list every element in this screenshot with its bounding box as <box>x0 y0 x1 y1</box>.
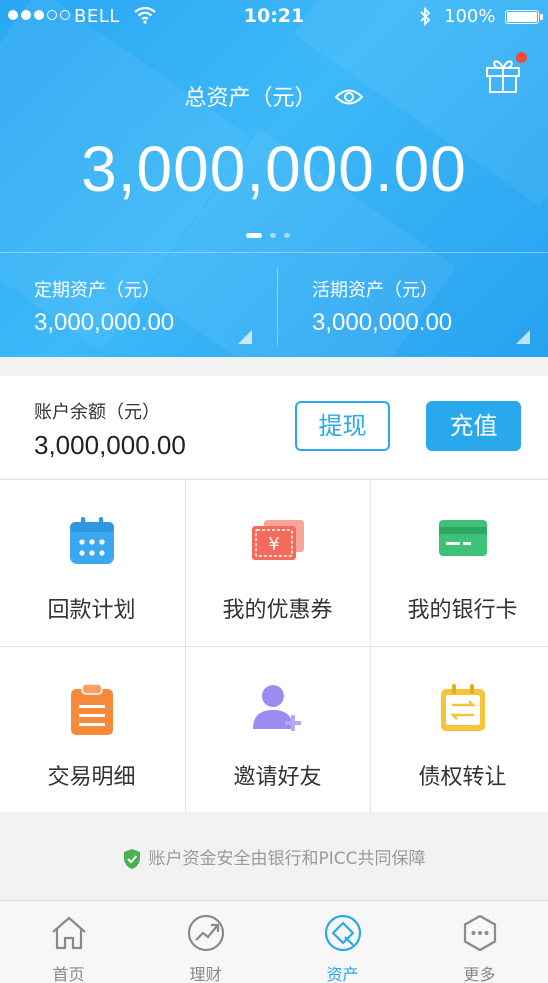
security-notice: 账户资金安全由银行和PICC共同保障 <box>0 812 548 900</box>
battery-percentage: 100% <box>444 6 496 27</box>
grid-item-label: 我的银行卡 <box>407 598 518 623</box>
invite-friends-item[interactable]: 邀请好友 <box>186 647 369 812</box>
status-bar: BELL 10:21 100% <box>0 0 548 38</box>
current-assets-label: 活期资产（元） <box>312 280 438 301</box>
current-assets-card[interactable]: 活期资产（元） 3,000,000.00 <box>278 253 548 357</box>
clipboard-icon <box>70 683 113 735</box>
add-user-icon <box>252 685 301 731</box>
tab-label: 资产 <box>326 965 359 983</box>
fixed-assets-value: 3,000,000.00 <box>34 309 175 336</box>
total-assets-label: 总资产（元） <box>184 86 317 111</box>
grid-item-label: 我的优惠券 <box>222 598 333 623</box>
shield-check-icon <box>124 849 141 869</box>
recharge-button[interactable]: 充值 <box>426 401 521 451</box>
total-assets-value: 3,000,000.00 <box>81 133 467 205</box>
grid-item-label: 交易明细 <box>47 765 136 790</box>
repayment-plan-item[interactable]: 回款计划 <box>0 480 183 645</box>
withdraw-button[interactable]: 提现 <box>295 401 390 451</box>
eye-icon[interactable] <box>334 87 364 112</box>
tab-label: 更多 <box>463 965 496 983</box>
home-icon <box>51 916 86 950</box>
grid-item-label: 邀请好友 <box>233 765 322 790</box>
total-assets-heading: 总资产（元） <box>0 80 548 112</box>
security-notice-text: 账户资金安全由银行和PICC共同保障 <box>148 849 426 869</box>
tab-assets[interactable]: 资产 <box>274 901 411 983</box>
account-balance-section: 账户余额（元） 3,000,000.00 提现 充值 <box>0 376 548 478</box>
balance-label: 账户余额（元） <box>34 402 160 423</box>
assets-icon <box>324 914 361 952</box>
asset-summary-banner[interactable]: BELL 10:21 100% 总资产（元） 3,000,000.00 定期资产… <box>0 0 548 357</box>
tab-label: 首页 <box>52 965 85 983</box>
notification-badge <box>516 52 527 63</box>
battery-icon <box>505 10 543 24</box>
grid-item-label: 债权转让 <box>418 765 507 790</box>
grid-item-label: 回款计划 <box>47 598 136 623</box>
assets-page: BELL 10:21 100% 总资产（元） 3,000,000.00 定期资产… <box>0 0 548 983</box>
bluetooth-icon <box>418 6 432 32</box>
tab-invest[interactable]: 理财 <box>137 901 274 983</box>
current-assets-value: 3,000,000.00 <box>312 309 453 336</box>
coupon-icon: ¥ <box>251 520 304 560</box>
fixed-assets-card[interactable]: 定期资产（元） 3,000,000.00 <box>0 253 274 357</box>
more-icon <box>463 914 496 952</box>
asset-breakdown: 定期资产（元） 3,000,000.00 活期资产（元） 3,000,000.0… <box>0 252 548 357</box>
corner-triangle-icon <box>238 330 252 344</box>
bottom-tab-bar: 首页 理财 资产 更多 <box>0 900 548 983</box>
balance-value: 3,000,000.00 <box>34 430 186 460</box>
debt-transfer-item[interactable]: 债权转让 <box>371 647 548 812</box>
coupons-item[interactable]: ¥ 我的优惠券 <box>186 480 369 645</box>
tab-home[interactable]: 首页 <box>0 901 137 983</box>
calendar-icon <box>69 517 114 564</box>
chart-trend-icon <box>187 914 224 952</box>
transaction-details-item[interactable]: 交易明细 <box>0 647 183 812</box>
tab-more[interactable]: 更多 <box>411 901 548 983</box>
bank-cards-item[interactable]: 我的银行卡 <box>371 480 548 645</box>
page-indicator[interactable] <box>246 233 290 238</box>
corner-triangle-icon <box>516 330 530 344</box>
bank-card-icon <box>438 520 487 556</box>
feature-grid: 回款计划 ¥ 我的优惠券 我的银行卡 交易明细 邀请好友 债权转让 <box>0 479 548 812</box>
svg-text:¥: ¥ <box>268 534 279 555</box>
tab-label: 理财 <box>189 965 222 983</box>
fixed-assets-label: 定期资产（元） <box>34 280 160 301</box>
transfer-icon <box>440 684 485 731</box>
